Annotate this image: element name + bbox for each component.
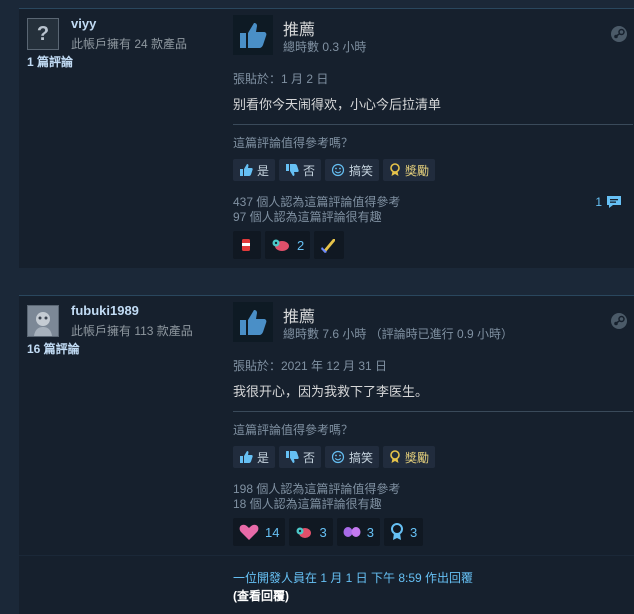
avatar[interactable]: ? [27, 18, 59, 50]
thumbs-down-icon [286, 451, 299, 463]
review-card: ? viyy 此帳戶擁有 24 款產品 1 篇評論 推薦 總時數 0.3 小時 … [19, 8, 634, 268]
vote-funny-button[interactable]: 搞笑 [325, 159, 380, 181]
thumbs-down-icon [286, 164, 299, 176]
thumbs-up-icon [240, 451, 253, 463]
helpful-count: 437 個人認為這篇評論值得參考 [233, 195, 401, 209]
vote-no-button[interactable]: 否 [279, 159, 322, 181]
vote-yes-button[interactable]: 是 [233, 159, 276, 181]
award-item[interactable] [314, 231, 345, 259]
hours-played: 總時數 7.6 小時 （評論時已進行 0.9 小時） [283, 327, 514, 341]
divider [233, 411, 633, 412]
review-card: fubuki1989 此帳戶擁有 113 款產品 16 篇評論 推薦 總時數 7… [19, 295, 634, 555]
award-ribbon-icon [390, 163, 400, 176]
vote-no-button[interactable]: 否 [279, 446, 322, 468]
vote-yes-label: 是 [257, 163, 270, 178]
funny-count: 97 個人認為這篇評論很有趣 [233, 210, 382, 224]
smiley-icon [331, 450, 345, 464]
sword-icon [321, 239, 336, 253]
reviewer-name[interactable]: fubuki1989 [71, 303, 139, 318]
developer-reply-text[interactable]: 一位開發人員在 1 月 1 日 下午 8:59 作出回覆 [233, 569, 473, 586]
developer-reply: 一位開發人員在 1 月 1 日 下午 8:59 作出回覆 (查看回覆) [19, 556, 634, 614]
review-count[interactable]: 16 篇評論 [27, 340, 80, 357]
award-item[interactable] [233, 231, 261, 259]
vote-funny-button[interactable]: 搞笑 [325, 446, 380, 468]
funny-count: 18 個人認為這篇評論很有趣 [233, 497, 382, 511]
thumbs-up-icon [240, 164, 253, 176]
heart-icon [239, 524, 259, 540]
review-content: 别看你今天闹得欢，小心今后拉清单 [233, 97, 442, 112]
helpful-question: 這篇評論值得參考嗎？ [233, 136, 354, 150]
award-item[interactable]: 3 [289, 518, 333, 546]
award-count: 3 [366, 524, 374, 540]
helpful-question: 這篇評論值得參考嗎？ [233, 423, 354, 437]
posted-date: 張貼於：1 月 2 日 [233, 72, 329, 86]
award-ribbon-icon [390, 450, 400, 463]
award-count: 3 [409, 524, 418, 540]
awards-row: 2 [233, 231, 345, 259]
vote-yes-label: 是 [257, 450, 270, 465]
vote-no-label: 否 [303, 450, 316, 465]
comments-link[interactable]: 1 [595, 195, 622, 209]
award-label: 獎勵 [405, 450, 430, 465]
vote-funny-label: 搞笑 [349, 163, 374, 178]
vote-yes-button[interactable]: 是 [233, 446, 276, 468]
thumbs-up-icon [233, 15, 273, 55]
vote-buttons: 是 否 搞笑 獎勵 [233, 446, 436, 468]
award-button[interactable]: 獎勵 [383, 446, 436, 468]
smiley-icon [331, 163, 345, 177]
critter-icon [272, 239, 289, 251]
award-count: 2 [297, 237, 305, 253]
hours-played: 總時數 0.3 小時 [283, 40, 367, 54]
thumbs-up-icon [233, 302, 273, 342]
comment-icon [607, 196, 621, 208]
butterfly-icon [343, 527, 361, 537]
award-item[interactable]: 14 [233, 518, 286, 546]
review-content: 我很开心，因为我救下了李医生。 [233, 384, 429, 399]
vote-buttons: 是 否 搞笑 獎勵 [233, 159, 436, 181]
review-count[interactable]: 1 篇評論 [27, 53, 73, 70]
recommendation-title[interactable]: 推薦 [283, 16, 315, 40]
reviewer-name[interactable]: viyy [71, 16, 96, 31]
steam-logo-icon [610, 312, 628, 330]
award-button[interactable]: 獎勵 [383, 159, 436, 181]
critter-icon [296, 527, 312, 538]
award-count: 14 [265, 524, 280, 540]
products-owned[interactable]: 此帳戶擁有 24 款產品 [71, 35, 187, 52]
review-stats: 437 個人認為這篇評論值得參考 97 個人認為這篇評論很有趣 [233, 195, 400, 225]
award-label: 獎勵 [405, 163, 430, 178]
award-item[interactable]: 3 [336, 518, 380, 546]
vote-funny-label: 搞笑 [349, 450, 374, 465]
soda-can-icon [242, 239, 250, 251]
comment-count: 1 [595, 195, 602, 209]
posted-date: 張貼於：2021 年 12 月 31 日 [233, 359, 388, 373]
award-count: 3 [319, 524, 327, 540]
avatar[interactable] [27, 305, 59, 337]
helpful-count: 198 個人認為這篇評論值得參考 [233, 482, 401, 496]
review-stats: 198 個人認為這篇評論值得參考 18 個人認為這篇評論很有趣 [233, 482, 400, 512]
award-item[interactable]: 2 [265, 231, 311, 259]
recommendation-title[interactable]: 推薦 [283, 303, 315, 327]
steam-logo-icon [610, 25, 628, 43]
medal-icon [390, 523, 403, 540]
award-item[interactable]: 3 [383, 518, 424, 546]
vote-no-label: 否 [303, 163, 316, 178]
awards-row: 14 3 3 3 [233, 518, 424, 546]
view-reply-link[interactable]: (查看回覆) [233, 587, 289, 604]
divider [233, 124, 633, 125]
products-owned[interactable]: 此帳戶擁有 113 款產品 [71, 322, 193, 339]
